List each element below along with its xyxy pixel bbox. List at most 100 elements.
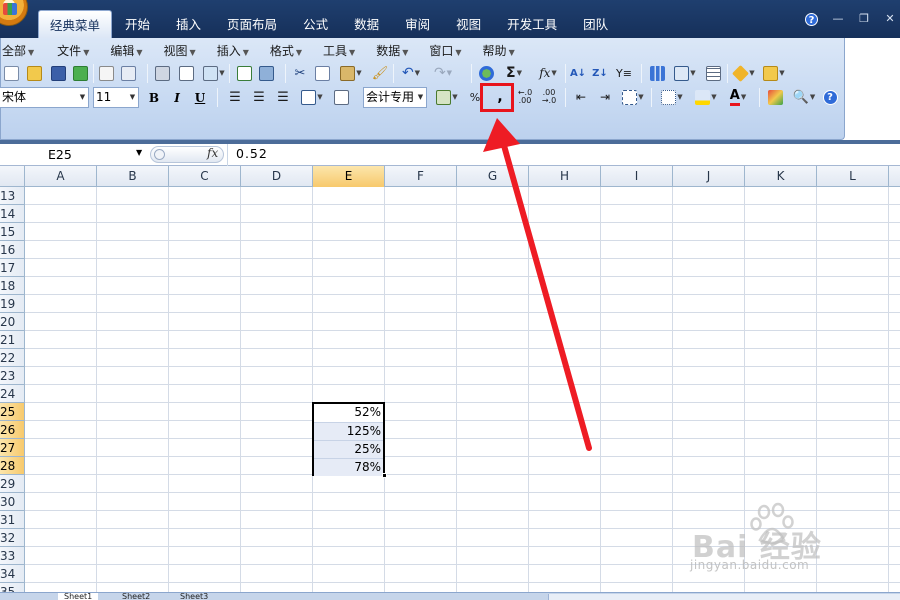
sheet-tab-2[interactable]: Sheet3 xyxy=(174,593,214,600)
wrap-text-button[interactable] xyxy=(331,86,351,108)
research-book-button[interactable] xyxy=(257,62,275,84)
row-header-31[interactable]: 31 xyxy=(0,511,25,529)
column-header-C[interactable]: C xyxy=(169,166,241,187)
sort-ascending-button[interactable]: A↓ xyxy=(569,62,587,84)
row-header-14[interactable]: 14 xyxy=(0,205,25,223)
ribbon-tab-4[interactable]: 公式 xyxy=(290,10,341,36)
font-size-combo[interactable]: 11 ▼ xyxy=(93,87,139,108)
row-header-17[interactable]: 17 xyxy=(0,259,25,277)
name-box[interactable]: E25 xyxy=(0,145,146,164)
open-button[interactable] xyxy=(25,62,43,84)
accounting-format-button[interactable]: ▼ xyxy=(431,86,463,108)
row-header-24[interactable]: 24 xyxy=(0,385,25,403)
close-icon[interactable]: ✕ xyxy=(884,13,896,25)
ribbon-tab-6[interactable]: 审阅 xyxy=(392,10,443,36)
menu-item-2[interactable]: 编辑 ▼ xyxy=(109,42,142,60)
row-header-13[interactable]: 13 xyxy=(0,187,25,205)
email-button[interactable] xyxy=(97,62,115,84)
column-header-L[interactable]: L xyxy=(817,166,889,187)
select-all-corner[interactable] xyxy=(0,166,25,187)
cell-E25[interactable]: 52% xyxy=(314,404,383,422)
autosum-button[interactable]: Σ ▼ xyxy=(499,62,529,84)
sort-descending-button[interactable]: Z↓ xyxy=(591,62,609,84)
row-header-21[interactable]: 21 xyxy=(0,331,25,349)
insert-function-icon[interactable]: fx xyxy=(207,146,218,160)
selected-range[interactable]: 78% 25% 125% 52% xyxy=(312,402,387,478)
align-left-button[interactable]: ☰ xyxy=(225,86,245,108)
ribbon-tab-5[interactable]: 数据 xyxy=(341,10,392,36)
permission-button[interactable] xyxy=(71,62,89,84)
cell-E26[interactable]: 125% xyxy=(314,422,383,440)
menu-item-8[interactable]: 窗口 ▼ xyxy=(428,42,461,60)
column-header-H[interactable]: H xyxy=(529,166,601,187)
row-header-26[interactable]: 26 xyxy=(0,421,25,439)
copy-button[interactable] xyxy=(313,62,331,84)
menu-item-5[interactable]: 格式 ▼ xyxy=(269,42,302,60)
print-button[interactable] xyxy=(153,62,171,84)
row-header-22[interactable]: 22 xyxy=(0,349,25,367)
folder-menu-button[interactable]: ▼ xyxy=(761,62,787,84)
formula-input[interactable]: 0.52 xyxy=(236,146,268,161)
decrease-decimal-button[interactable]: .00 →.0 xyxy=(539,86,559,108)
decrease-indent-button[interactable]: ⇤ xyxy=(571,86,591,108)
chart-button[interactable] xyxy=(647,62,667,84)
cell-E27[interactable]: 25% xyxy=(314,440,383,458)
horizontal-scrollbar[interactable] xyxy=(548,594,900,600)
ribbon-tab-8[interactable]: 开发工具 xyxy=(494,10,570,36)
menu-item-9[interactable]: 帮助 ▼ xyxy=(482,42,515,60)
help-toolbar-button[interactable]: ? xyxy=(821,86,839,108)
row-header-27[interactable]: 27 xyxy=(0,439,25,457)
help-icon[interactable]: ? xyxy=(805,13,818,26)
print-preview-button[interactable] xyxy=(177,62,195,84)
row-header-34[interactable]: 34 xyxy=(0,565,25,583)
ribbon-tab-2[interactable]: 插入 xyxy=(163,10,214,36)
name-box-dropdown-icon[interactable]: ▼ xyxy=(136,148,142,157)
row-header-15[interactable]: 15 xyxy=(0,223,25,241)
column-header-E[interactable]: E xyxy=(313,166,385,187)
table-button[interactable] xyxy=(703,62,723,84)
pdf-button[interactable] xyxy=(119,62,137,84)
row-header-29[interactable]: 29 xyxy=(0,475,25,493)
column-header-I[interactable]: I xyxy=(601,166,673,187)
minimize-icon[interactable]: — xyxy=(832,13,844,25)
menu-item-6[interactable]: 工具 ▼ xyxy=(322,42,355,60)
font-color-button[interactable]: A ▼ xyxy=(723,86,753,108)
cell-E28[interactable]: 78% xyxy=(314,458,383,476)
increase-decimal-button[interactable]: ←.0.00 xyxy=(515,86,535,108)
conditional-format-button[interactable] xyxy=(765,86,785,108)
font-name-combo[interactable]: 宋体 ▼ xyxy=(0,87,89,108)
column-header-G[interactable]: G xyxy=(457,166,529,187)
menu-item-3[interactable]: 视图 ▼ xyxy=(163,42,196,60)
column-header-K[interactable]: K xyxy=(745,166,817,187)
redo-button[interactable]: ↷ ▼ xyxy=(429,62,457,84)
spelling-button[interactable] xyxy=(235,62,253,84)
column-header-D[interactable]: D xyxy=(241,166,313,187)
ribbon-tab-0[interactable]: 经典菜单 xyxy=(38,10,113,38)
ribbon-tab-7[interactable]: 视图 xyxy=(443,10,494,36)
menu-item-1[interactable]: 文件 ▼ xyxy=(56,42,89,60)
insert-function-button[interactable]: fx ▼ xyxy=(533,62,563,84)
format-painter-button[interactable]: 🖌 xyxy=(371,62,389,84)
row-header-19[interactable]: 19 xyxy=(0,295,25,313)
undo-button[interactable]: ↶ ▼ xyxy=(397,62,425,84)
row-header-28[interactable]: 28 xyxy=(0,457,25,475)
cut-button[interactable]: ✂ xyxy=(291,62,309,84)
ribbon-tab-3[interactable]: 页面布局 xyxy=(214,10,290,36)
restore-icon[interactable]: ❐ xyxy=(858,13,870,25)
row-header-32[interactable]: 32 xyxy=(0,529,25,547)
row-header-35[interactable]: 35 xyxy=(0,583,25,592)
style-button[interactable]: ▼ xyxy=(731,62,757,84)
row-header-23[interactable]: 23 xyxy=(0,367,25,385)
research-button[interactable]: ▼ xyxy=(201,62,227,84)
column-header-A[interactable]: A xyxy=(25,166,97,187)
drawing-button[interactable]: ▼ xyxy=(671,62,699,84)
row-header-20[interactable]: 20 xyxy=(0,313,25,331)
merge-center-button[interactable]: ▼ xyxy=(297,86,327,108)
align-right-button[interactable]: ☰ xyxy=(273,86,293,108)
number-format-combo[interactable]: 会计专用 ▼ xyxy=(363,87,427,108)
sheet-tab-1[interactable]: Sheet2 xyxy=(116,593,156,600)
increase-indent-button[interactable]: ⇥ xyxy=(595,86,615,108)
menu-item-7[interactable]: 数据 ▼ xyxy=(375,42,408,60)
column-header-F[interactable]: F xyxy=(385,166,457,187)
hyperlink-button[interactable] xyxy=(477,62,495,84)
